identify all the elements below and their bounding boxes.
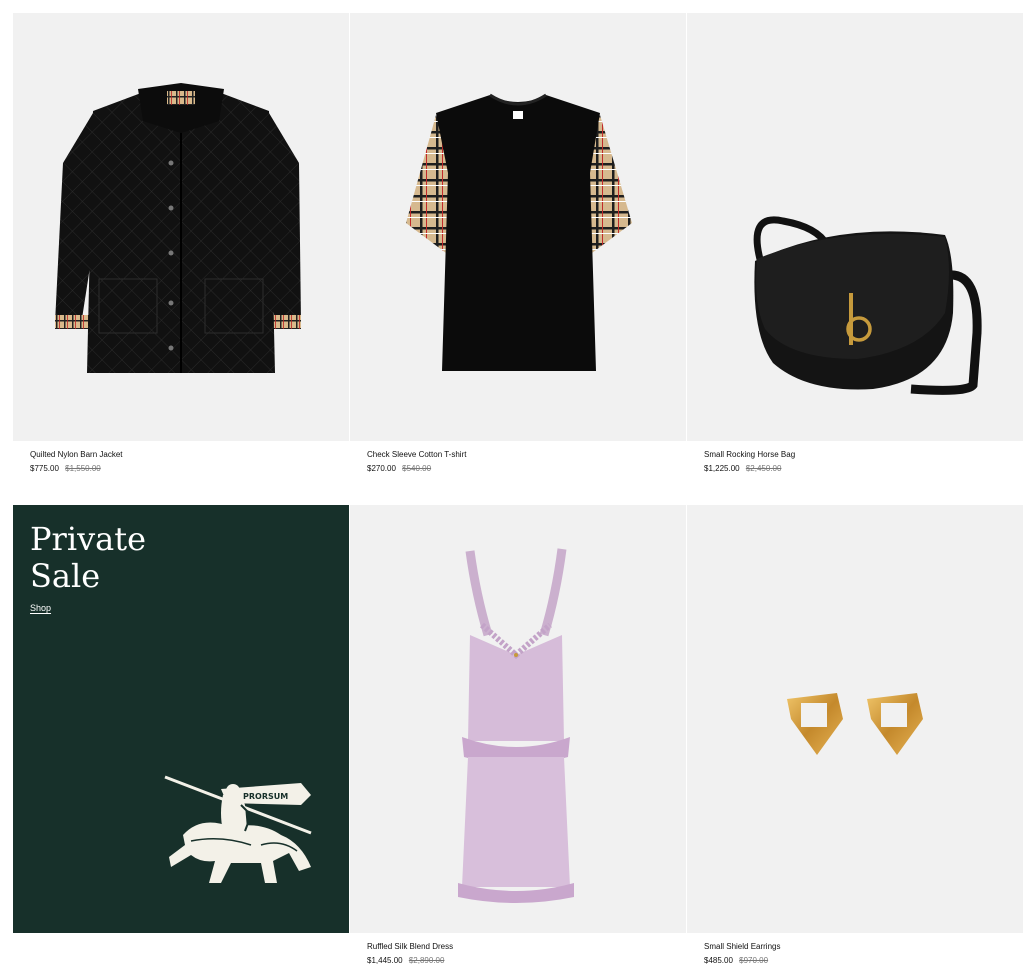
product-card[interactable]: Small Shield Earrings $485.00 $970.00 — [687, 505, 1023, 975]
product-card[interactable]: Quilted Nylon Barn Jacket $775.00 $1,550… — [13, 13, 349, 504]
product-info: Ruffled Silk Blend Dress $1,445.00 $2,89… — [350, 933, 686, 966]
product-row: Quilted Nylon Barn Jacket $775.00 $1,550… — [13, 13, 1023, 504]
product-info: Small Rocking Horse Bag $1,225.00 $2,450… — [687, 441, 1023, 474]
shoulder-bag-icon — [753, 216, 982, 395]
product-prices: $1,445.00 $2,890.00 — [367, 956, 686, 966]
ruffled-dress-icon — [458, 548, 574, 903]
promo-banner[interactable]: Private Sale Shop PRORSUM — [13, 505, 349, 933]
sale-price: $1,225.00 — [704, 464, 740, 473]
original-price: $540.00 — [402, 464, 432, 473]
original-price: $1,550.00 — [65, 464, 101, 473]
product-prices: $1,225.00 $2,450.00 — [704, 464, 1023, 474]
promo-logo-text: PRORSUM — [243, 792, 288, 801]
original-price: $2,450.00 — [745, 464, 782, 473]
product-name[interactable]: Small Shield Earrings — [704, 942, 1023, 952]
product-image[interactable] — [687, 13, 1023, 441]
product-prices: $485.00 $970.00 — [704, 956, 1023, 966]
shop-link[interactable]: Shop — [30, 603, 51, 613]
product-image[interactable] — [350, 505, 686, 933]
shield-earrings-icon — [787, 693, 923, 755]
product-card[interactable]: Check Sleeve Cotton T-shirt $270.00 $540… — [350, 13, 686, 504]
product-image[interactable] — [687, 505, 1023, 933]
product-prices: $775.00 $1,550.00 — [30, 464, 349, 474]
product-info: Quilted Nylon Barn Jacket $775.00 $1,550… — [13, 441, 349, 474]
equestrian-knight-logo-icon: PRORSUM — [161, 775, 321, 885]
product-card[interactable]: Small Rocking Horse Bag $1,225.00 $2,450… — [687, 13, 1023, 504]
promo-title: Private Sale — [30, 520, 147, 595]
product-name[interactable]: Check Sleeve Cotton T-shirt — [367, 450, 686, 460]
product-image[interactable] — [13, 13, 349, 441]
original-price: $970.00 — [739, 956, 769, 965]
product-grid: Quilted Nylon Barn Jacket $775.00 $1,550… — [13, 13, 1023, 975]
sale-price: $485.00 — [704, 956, 733, 965]
sale-price: $775.00 — [30, 464, 59, 473]
quilted-jacket-icon — [55, 83, 301, 373]
product-name[interactable]: Quilted Nylon Barn Jacket — [30, 450, 349, 460]
product-row: Private Sale Shop PRORSUM Ruffled Silk B… — [13, 505, 1023, 975]
product-info: Check Sleeve Cotton T-shirt $270.00 $540… — [350, 441, 686, 474]
sale-price: $1,445.00 — [367, 956, 403, 965]
product-card[interactable]: Ruffled Silk Blend Dress $1,445.00 $2,89… — [350, 505, 686, 975]
product-prices: $270.00 $540.00 — [367, 464, 686, 474]
original-price: $2,890.00 — [408, 956, 445, 965]
promo-card[interactable]: Private Sale Shop PRORSUM — [13, 505, 349, 975]
product-image[interactable] — [350, 13, 686, 441]
product-name[interactable]: Ruffled Silk Blend Dress — [367, 942, 686, 952]
sale-price: $270.00 — [367, 464, 396, 473]
product-name[interactable]: Small Rocking Horse Bag — [704, 450, 1023, 460]
check-sleeve-tshirt-icon — [406, 93, 632, 371]
product-info: Small Shield Earrings $485.00 $970.00 — [687, 933, 1023, 966]
